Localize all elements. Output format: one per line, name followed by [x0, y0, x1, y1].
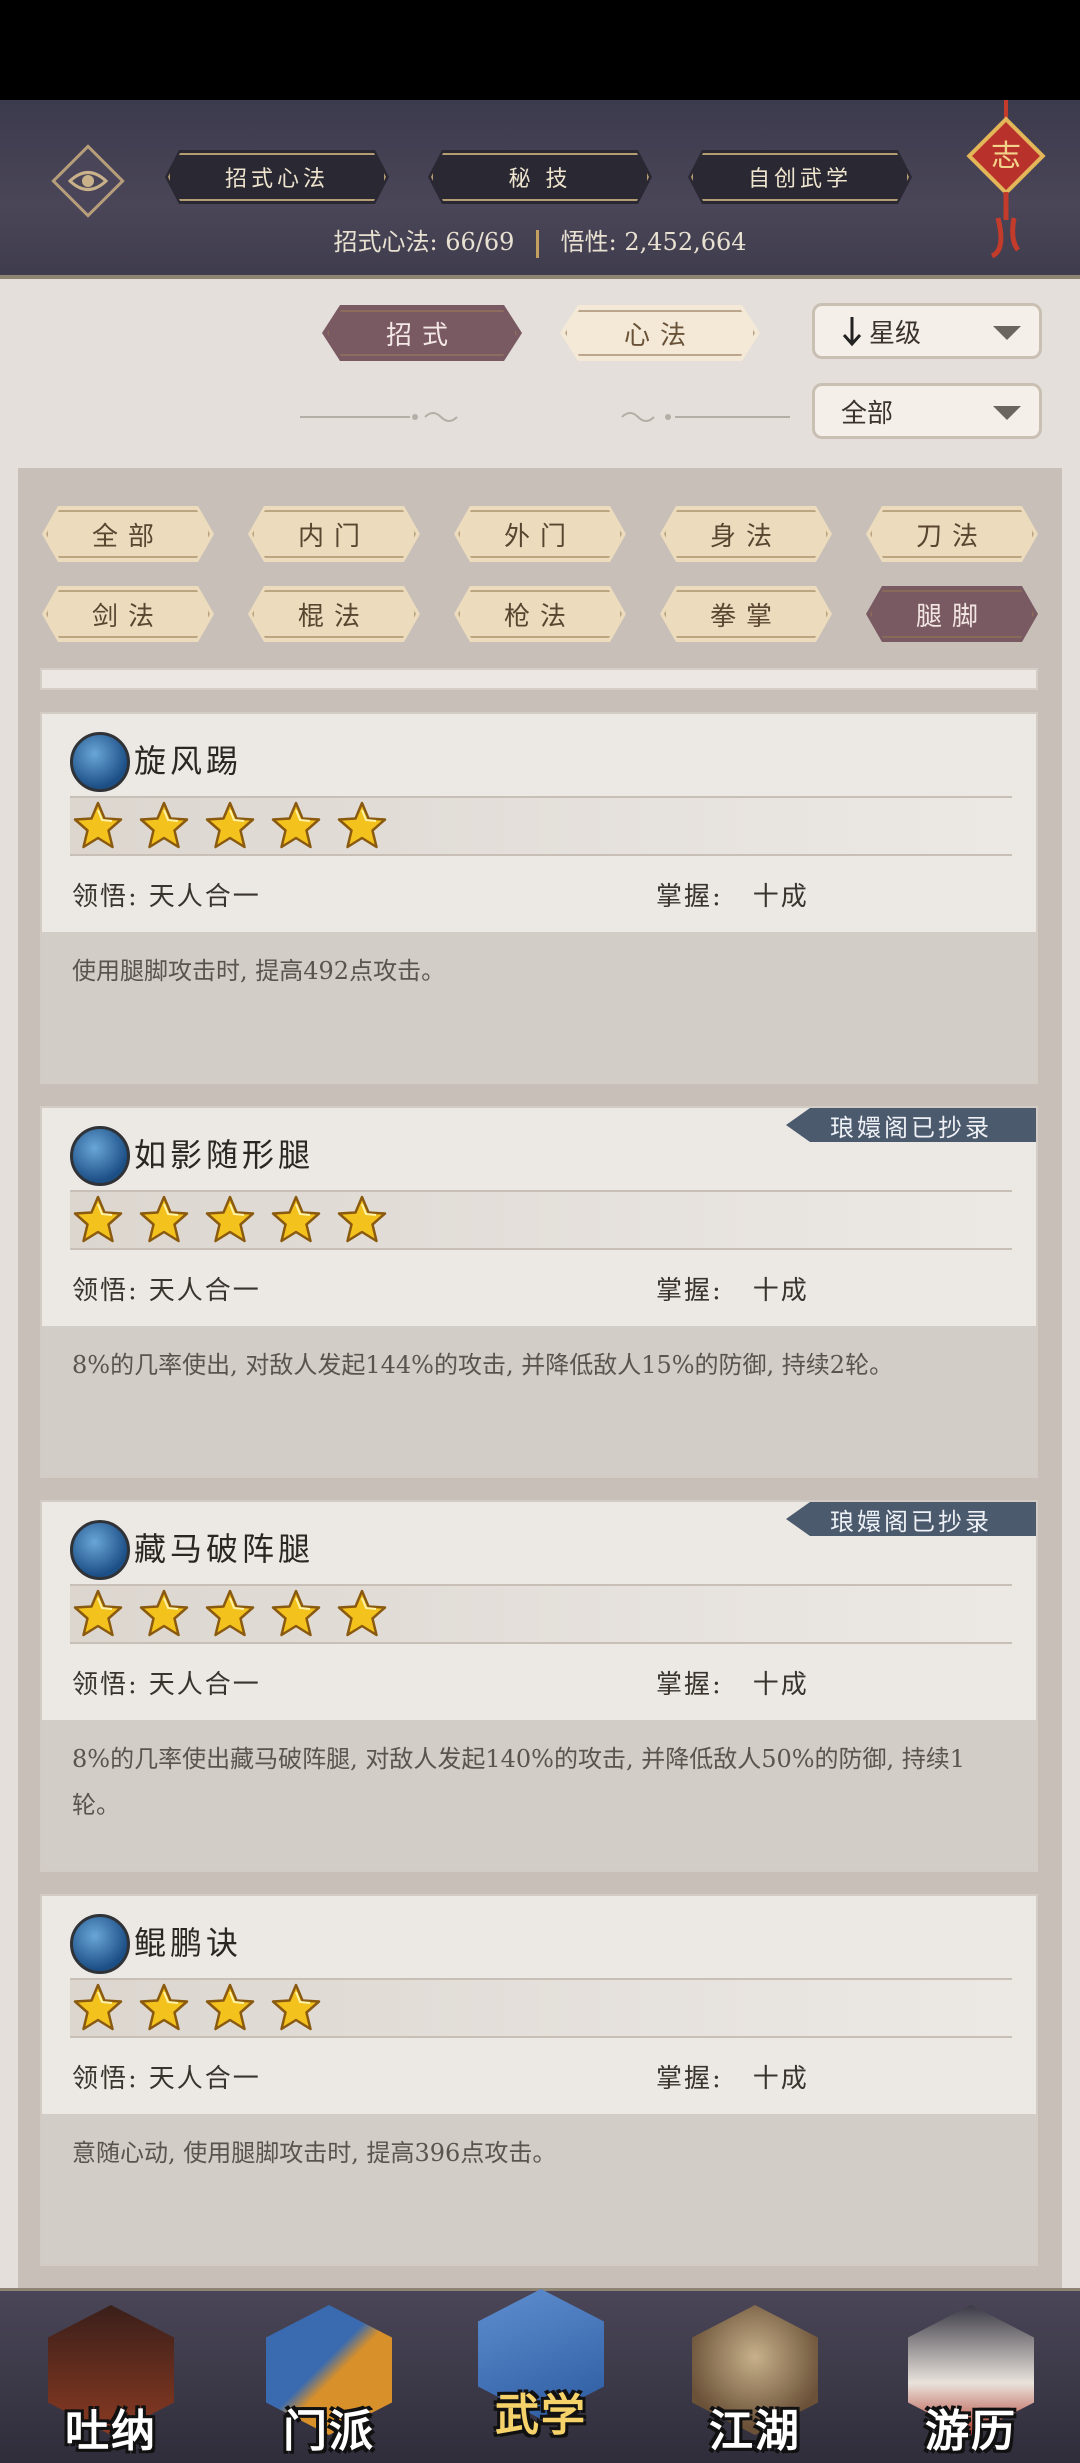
comprehension: 领悟: 天人合一 — [72, 2064, 261, 2094]
star-icon — [138, 1982, 190, 2034]
nav-martial-arts[interactable]: 武学 — [456, 2275, 626, 2447]
arrow-down-icon — [842, 317, 862, 347]
star-icon — [336, 800, 388, 852]
mastery: 掌握: 十成 — [656, 1670, 809, 1700]
insight-value: 2,452,664 — [624, 228, 747, 256]
library-copied-badge: 琅嬛阁已抄录 — [786, 1502, 1036, 1536]
star-rating — [70, 796, 1012, 856]
star-icon — [138, 800, 190, 852]
star-icon — [204, 1194, 256, 1246]
moves-count-label: 招式心法: — [333, 228, 438, 256]
eye-icon — [68, 171, 108, 191]
will-charm-icon[interactable]: 志 — [958, 100, 1054, 260]
kick-skill-icon — [70, 732, 130, 792]
category-footwork[interactable]: 身法 — [660, 506, 832, 562]
chevron-down-icon — [993, 326, 1021, 340]
category-spear[interactable]: 枪法 — [454, 586, 626, 642]
star-icon — [72, 1194, 124, 1246]
insight-label: 悟性: — [560, 228, 617, 256]
moves-count-value: 66/69 — [445, 228, 515, 256]
skill-description: 使用腿脚攻击时, 提高492点攻击。 — [72, 957, 446, 985]
category-outer[interactable]: 外门 — [454, 506, 626, 562]
cloud-ornament-right — [621, 412, 790, 422]
skill-card[interactable]: 旋风踢领悟: 天人合一 掌握: 十成使用腿脚攻击时, 提高492点攻击。 — [40, 712, 1038, 1084]
nav-travel[interactable]: 游历 — [886, 2291, 1056, 2463]
status-bar — [0, 0, 1080, 100]
mastery: 掌握: 十成 — [656, 2064, 809, 2094]
star-icon — [72, 800, 124, 852]
stats-divider — [536, 229, 539, 258]
skill-name: 藏马破阵腿 — [134, 1530, 315, 1568]
star-icon — [270, 1194, 322, 1246]
skill-name: 鲲鹏诀 — [134, 1924, 243, 1962]
nav-jianghu[interactable]: 江湖 — [670, 2291, 840, 2463]
list-scroll-edge — [40, 668, 1038, 690]
kick-skill-icon — [70, 1520, 130, 1580]
mastery: 掌握: 十成 — [656, 882, 809, 912]
category-inner[interactable]: 内门 — [248, 506, 420, 562]
comprehension: 领悟: 天人合一 — [72, 1670, 261, 1700]
star-icon — [138, 1194, 190, 1246]
category-all[interactable]: 全部 — [42, 506, 214, 562]
skill-card[interactable]: 鲲鹏诀领悟: 天人合一 掌握: 十成意随心动, 使用腿脚攻击时, 提高396点攻击。 — [40, 1894, 1038, 2266]
skill-card[interactable]: 如影随形腿 琅嬛阁已抄录领悟: 天人合一 掌握: 十成 8%的几率使出, 对敌人发起144… — [40, 1106, 1038, 1478]
star-icon — [270, 800, 322, 852]
comprehension: 领悟: 天人合一 — [72, 1276, 261, 1306]
kick-skill-icon — [70, 1126, 130, 1186]
star-icon — [204, 1588, 256, 1640]
segment-inner-arts[interactable]: 心法 — [560, 305, 760, 361]
skill-description-box: 使用腿脚攻击时, 提高492点攻击。 — [42, 932, 1036, 1082]
cloud-ornament-left — [300, 412, 458, 422]
skill-name: 如影随形腿 — [134, 1136, 315, 1174]
star-icon — [270, 1982, 322, 2034]
tab-secret-techniques[interactable]: 秘 技 — [428, 150, 652, 204]
header: 招式心法 秘 技 自创武学 招式心法: 66/69 悟性: 2,452,664 — [0, 100, 1080, 279]
star-icon — [72, 1588, 124, 1640]
star-icon — [204, 1982, 256, 2034]
sort-dropdown[interactable]: 星级 — [812, 303, 1042, 359]
segment-moves[interactable]: 招式 — [322, 305, 522, 361]
tab-moves-and-arts[interactable]: 招式心法 — [165, 150, 389, 204]
library-copied-badge: 琅嬛阁已抄录 — [786, 1108, 1036, 1142]
skill-card[interactable]: 藏马破阵腿 琅嬛阁已抄录领悟: 天人合一 掌握: 十成 8%的几率使出藏马破阵腿, 对敌人… — [40, 1500, 1038, 1872]
chevron-down-icon — [993, 406, 1021, 420]
skill-name: 旋风踢 — [134, 742, 243, 780]
svg-text:志: 志 — [991, 139, 1021, 174]
star-rating — [70, 1190, 1012, 1250]
skill-description: 8%的几率使出藏马破阵腿, 对敌人发起140%的攻击, 并降低敌人50%的防御,… — [72, 1745, 966, 1819]
nav-breathing[interactable]: 吐纳 — [26, 2291, 196, 2463]
tab-self-created-arts[interactable]: 自创武学 — [688, 150, 912, 204]
category-leg[interactable]: 腿脚 — [866, 586, 1038, 642]
category-staff[interactable]: 棍法 — [248, 586, 420, 642]
star-icon — [270, 1588, 322, 1640]
star-icon — [138, 1588, 190, 1640]
kick-skill-icon — [70, 1914, 130, 1974]
view-toggle-button[interactable] — [51, 144, 125, 218]
star-icon — [204, 800, 256, 852]
star-rating — [70, 1584, 1012, 1644]
star-icon — [72, 1982, 124, 2034]
skill-description-box: 8%的几率使出, 对敌人发起144%的攻击, 并降低敌人15%的防御, 持续2轮… — [42, 1326, 1036, 1476]
stats-line: 招式心法: 66/69 悟性: 2,452,664 — [0, 222, 1080, 258]
category-sword[interactable]: 剑法 — [42, 586, 214, 642]
category-saber[interactable]: 刀法 — [866, 506, 1038, 562]
skill-description-box: 8%的几率使出藏马破阵腿, 对敌人发起140%的攻击, 并降低敌人50%的防御,… — [42, 1720, 1036, 1870]
skill-description: 意随心动, 使用腿脚攻击时, 提高396点攻击。 — [72, 2139, 557, 2167]
scope-dropdown[interactable]: 全部 — [812, 383, 1042, 439]
skill-description: 8%的几率使出, 对敌人发起144%的攻击, 并降低敌人15%的防御, 持续2轮… — [72, 1351, 894, 1379]
mastery: 掌握: 十成 — [656, 1276, 809, 1306]
star-icon — [336, 1194, 388, 1246]
comprehension: 领悟: 天人合一 — [72, 882, 261, 912]
nav-sect[interactable]: 门派 — [244, 2291, 414, 2463]
star-rating — [70, 1978, 1012, 2038]
star-icon — [336, 1588, 388, 1640]
bottom-nav: 吐纳 门派 武学 江湖 游历 — [0, 2288, 1080, 2463]
skill-description-box: 意随心动, 使用腿脚攻击时, 提高396点攻击。 — [42, 2114, 1036, 2264]
category-fist[interactable]: 拳掌 — [660, 586, 832, 642]
